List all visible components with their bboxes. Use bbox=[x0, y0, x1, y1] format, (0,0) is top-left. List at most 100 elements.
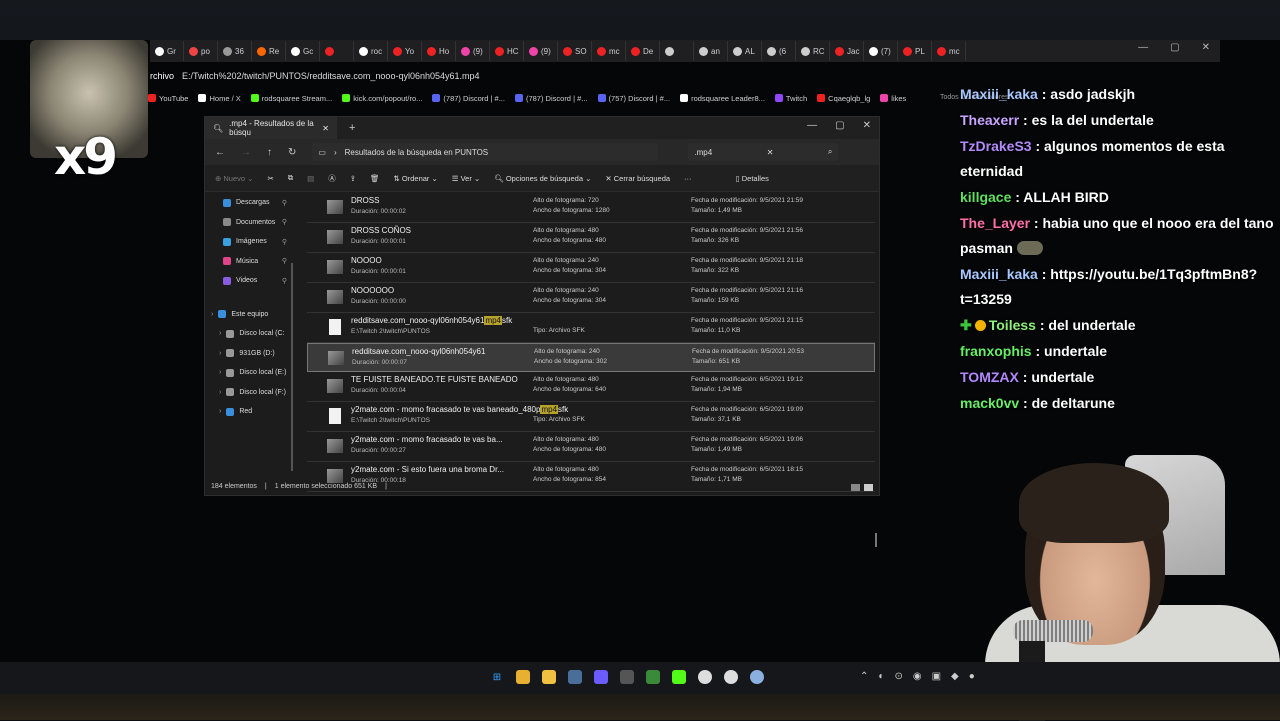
browser-tab[interactable] bbox=[320, 41, 354, 61]
sort-button[interactable]: ⇅ Ordenar ⌄ bbox=[394, 174, 438, 183]
file-row[interactable]: NOOOO Duración: 00:00:01 Alto de fotograma… bbox=[307, 253, 875, 283]
browser-tab[interactable]: po bbox=[184, 41, 218, 61]
delete-icon[interactable]: 🗑︎ bbox=[370, 174, 380, 183]
bookmark-item[interactable]: likes bbox=[880, 94, 906, 103]
search-options-button[interactable]: 🔍︎ Opciones de búsqueda ⌄ bbox=[494, 174, 591, 183]
bookmark-item[interactable]: (787) Discord | #... bbox=[514, 94, 588, 103]
browser-tab[interactable]: mc bbox=[592, 41, 626, 61]
chat-username[interactable]: Toiless bbox=[989, 317, 1036, 333]
sidebar-item[interactable]: Descargas ⚲ bbox=[205, 193, 293, 213]
details-view-icon[interactable] bbox=[851, 484, 860, 491]
windows-start-icon[interactable]: ⊞ bbox=[490, 670, 504, 684]
chat-username[interactable]: Maxiii_kaka bbox=[960, 86, 1038, 102]
file-explorer-icon[interactable] bbox=[542, 670, 556, 684]
chat-username[interactable]: killgace bbox=[960, 189, 1011, 205]
chevron-icon[interactable]: › bbox=[211, 311, 213, 318]
bookmark-item[interactable]: Twitch bbox=[774, 94, 807, 103]
chat-username[interactable]: mack0vv bbox=[960, 395, 1019, 411]
browser-tab[interactable] bbox=[660, 41, 694, 61]
sidebar-item[interactable]: Documentos ⚲ bbox=[205, 213, 293, 233]
maximize-icon[interactable]: ▢ bbox=[835, 120, 844, 131]
sidebar-item[interactable]: › Disco local (C: bbox=[205, 324, 293, 344]
chat-username[interactable]: Theaxerr bbox=[960, 112, 1019, 128]
bookmark-item[interactable]: Cqaeglqb_lg bbox=[817, 94, 870, 103]
list-scrollbar[interactable] bbox=[875, 533, 877, 547]
tray-app-icon[interactable]: ⊙ bbox=[894, 671, 902, 682]
browser-tab[interactable]: (9) bbox=[456, 41, 490, 61]
browser-tab[interactable]: HC bbox=[490, 41, 524, 61]
tray-app-icon[interactable]: ▣ bbox=[932, 671, 941, 682]
up-icon[interactable]: ↑ bbox=[267, 147, 272, 158]
browser-tab[interactable]: mc bbox=[932, 41, 966, 61]
file-row[interactable]: TE FUISTE BANEADO.TE FUISTE BANEADO Durac… bbox=[307, 372, 875, 402]
tiles-view-icon[interactable] bbox=[864, 484, 873, 491]
forward-icon[interactable]: → bbox=[241, 147, 251, 158]
file-row[interactable]: DROSS COÑOS Duración: 00:00:01 Alto de fot… bbox=[307, 223, 875, 253]
browser-tab[interactable]: SO bbox=[558, 41, 592, 61]
tray-app-icon[interactable]: ● bbox=[969, 671, 975, 682]
chevron-up-icon[interactable]: ⌃ bbox=[860, 671, 868, 682]
file-row[interactable]: redditsave.com_nooo-qyl06nh054y61mp4sfk E… bbox=[307, 313, 875, 343]
browser-tab[interactable]: Jac bbox=[830, 41, 864, 61]
clear-search-icon[interactable]: ✕ bbox=[767, 148, 774, 157]
browser-tab[interactable]: Re bbox=[252, 41, 286, 61]
chevron-icon[interactable]: › bbox=[219, 408, 221, 415]
cut-icon[interactable]: ✂ bbox=[267, 174, 273, 183]
file-row[interactable]: y2mate.com - momo fracasado te vas banea… bbox=[307, 402, 875, 432]
minimize-icon[interactable]: — bbox=[807, 120, 817, 131]
explorer-tab[interactable]: 🔍︎ .mp4 - Resultados de la búsqu ✕ bbox=[205, 117, 337, 139]
search-input[interactable]: .mp4 ✕ ⌕ bbox=[688, 143, 839, 161]
chevron-icon[interactable]: › bbox=[219, 389, 221, 396]
browser-tab[interactable]: PL bbox=[898, 41, 932, 61]
new-button[interactable]: ⊕ Nuevo ⌄ bbox=[215, 174, 253, 183]
sidebar-item[interactable]: › Red bbox=[205, 402, 293, 422]
back-icon[interactable]: ← bbox=[215, 147, 225, 158]
kick-icon[interactable] bbox=[672, 670, 686, 684]
browser-tab[interactable]: Gr bbox=[150, 41, 184, 61]
file-row[interactable]: redditsave.com_nooo-qyl06nh054y61 Duració… bbox=[307, 343, 875, 372]
browser-tab[interactable]: Ho bbox=[422, 41, 456, 61]
rename-icon[interactable]: Ⓐ bbox=[328, 173, 336, 184]
media-player-icon[interactable] bbox=[594, 670, 608, 684]
chat-username[interactable]: TzDrakeS3 bbox=[960, 138, 1032, 154]
sidebar-item[interactable]: Videos ⚲ bbox=[205, 271, 293, 291]
maximize-icon[interactable]: ▢ bbox=[1170, 42, 1179, 53]
sidebar-item[interactable]: › Disco local (E:) bbox=[205, 363, 293, 383]
sidebar-item[interactable]: › Disco local (F:) bbox=[205, 383, 293, 403]
search-icon[interactable]: ⌕ bbox=[828, 147, 832, 157]
chat-username[interactable]: The_Layer bbox=[960, 215, 1030, 231]
copy-icon[interactable]: ⧉ bbox=[288, 173, 293, 183]
app-circle-1-icon[interactable] bbox=[698, 670, 712, 684]
minecraft-icon[interactable] bbox=[646, 670, 660, 684]
browser-tab[interactable]: roc bbox=[354, 41, 388, 61]
browser-tab[interactable]: AL bbox=[728, 41, 762, 61]
file-row[interactable]: y2mate.com - momo fracasado te vas ba...… bbox=[307, 432, 875, 462]
chat-username[interactable]: TOMZAX bbox=[960, 369, 1019, 385]
browser-tab[interactable]: De bbox=[626, 41, 660, 61]
tray-app-icon[interactable]: ◉ bbox=[913, 671, 922, 682]
bookmark-item[interactable]: YouTube bbox=[148, 94, 188, 103]
paste-icon[interactable]: ▤ bbox=[307, 174, 314, 183]
file-row[interactable]: NOOOOOO Duración: 00:00:00 Alto de fotogra… bbox=[307, 283, 875, 313]
sidebar-item[interactable]: Música ⚲ bbox=[205, 252, 293, 272]
browser-tab[interactable]: (6 bbox=[762, 41, 796, 61]
browser-tab[interactable]: Yo bbox=[388, 41, 422, 61]
minimize-icon[interactable]: — bbox=[1138, 42, 1148, 53]
sidebar-scrollbar[interactable] bbox=[291, 263, 293, 471]
details-button[interactable]: ▯ Detalles bbox=[736, 174, 769, 183]
share-icon[interactable]: ⇪ bbox=[350, 174, 356, 183]
browser-tab[interactable]: (9) bbox=[524, 41, 558, 61]
tray-app-icon[interactable]: ◆ bbox=[951, 671, 959, 682]
file-row[interactable]: DROSS Duración: 00:00:02 Alto de fotograma… bbox=[307, 193, 875, 223]
browser-tab[interactable]: 36 bbox=[218, 41, 252, 61]
view-button[interactable]: ☰ Ver ⌄ bbox=[452, 174, 480, 183]
bookmark-item[interactable]: Home / X bbox=[198, 94, 241, 103]
obs-icon[interactable] bbox=[620, 670, 634, 684]
browser-tab[interactable]: Gc bbox=[286, 41, 320, 61]
address-url[interactable]: E:/Twitch%202/twitch/PUNTOS/redditsave.c… bbox=[182, 71, 480, 81]
browser-tab[interactable]: an bbox=[694, 41, 728, 61]
tab-close-icon[interactable]: ✕ bbox=[322, 124, 329, 133]
bookmark-item[interactable]: (757) Discord | #... bbox=[597, 94, 670, 103]
more-options-icon[interactable]: ··· bbox=[684, 174, 692, 183]
bookmark-item[interactable]: rodsquaree Stream... bbox=[250, 94, 332, 103]
